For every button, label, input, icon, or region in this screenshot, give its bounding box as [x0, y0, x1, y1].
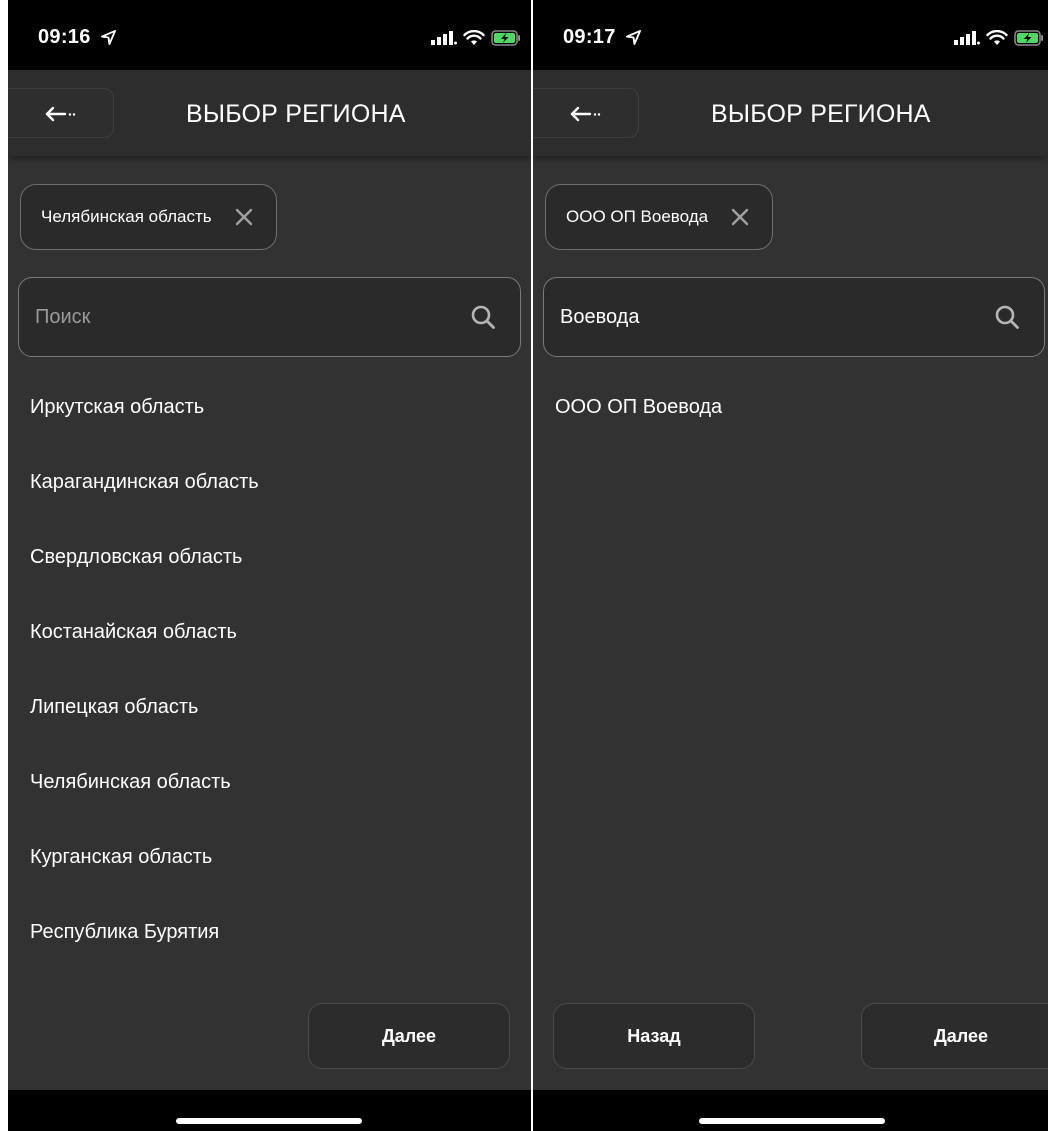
search-input[interactable]	[560, 278, 960, 356]
home-indicator-area	[533, 1090, 1048, 1131]
status-icons	[431, 28, 521, 48]
status-time-text: 09:17	[563, 26, 616, 48]
back-button[interactable]	[8, 88, 114, 138]
list-item[interactable]: Иркутская область	[8, 370, 531, 445]
region-list: ООО ОП Воевода	[533, 370, 1048, 445]
status-icons	[954, 28, 1044, 48]
next-button[interactable]: Далее	[861, 1003, 1048, 1069]
battery-charging-icon	[1014, 30, 1043, 46]
selected-region-chip[interactable]: ООО ОП Воевода	[545, 184, 774, 250]
search-box[interactable]	[543, 277, 1045, 357]
search-box[interactable]	[18, 277, 521, 357]
status-time: 09:16	[38, 26, 116, 49]
close-icon[interactable]	[730, 207, 750, 227]
back-button[interactable]	[533, 88, 639, 138]
wifi-icon	[463, 30, 485, 45]
arrow-left-icon	[570, 106, 601, 122]
home-indicator-area	[8, 1090, 531, 1131]
status-bar: 09:17	[533, 0, 1048, 70]
header: ВЫБОР РЕГИОНА	[533, 70, 1048, 156]
status-time: 09:17	[563, 26, 641, 49]
location-arrow-icon	[100, 30, 116, 45]
phone-screen-left: 09:16 ВЫБОР РЕГИОНА Челябинская область …	[8, 0, 531, 1131]
back-button-bottom[interactable]: Назад	[553, 1003, 755, 1069]
list-item[interactable]: Костанайская область	[8, 595, 531, 670]
next-button[interactable]: Далее	[308, 1003, 510, 1069]
cellular-signal-icon	[954, 31, 980, 45]
selected-region-chip-label: Челябинская область	[41, 207, 212, 226]
region-list: Иркутская область Карагандинская область…	[8, 370, 531, 970]
close-icon[interactable]	[234, 207, 254, 227]
list-item[interactable]: Свердловская область	[8, 520, 531, 595]
home-indicator[interactable]	[176, 1118, 362, 1124]
header: ВЫБОР РЕГИОНА	[8, 70, 531, 156]
list-item[interactable]: Карагандинская область	[8, 445, 531, 520]
cellular-signal-icon	[431, 31, 457, 45]
arrow-left-icon	[45, 106, 76, 122]
list-item[interactable]: Курганская область	[8, 820, 531, 895]
list-item[interactable]: ООО ОП Воевода	[533, 370, 1048, 445]
page-title: ВЫБОР РЕГИОНА	[186, 100, 406, 128]
search-icon[interactable]	[994, 304, 1020, 330]
status-bar: 09:16	[8, 0, 531, 70]
selected-region-chip[interactable]: Челябинская область	[20, 184, 277, 250]
battery-charging-icon	[491, 30, 520, 46]
list-item[interactable]: Липецкая область	[8, 670, 531, 745]
selected-region-chip-label: ООО ОП Воевода	[566, 207, 709, 226]
status-time-text: 09:16	[38, 26, 91, 48]
list-item[interactable]: Челябинская область	[8, 745, 531, 820]
phone-screen-right: 09:17 ВЫБОР РЕГИОНА ООО ОП Воевода Воево…	[533, 0, 1048, 1131]
wifi-icon	[986, 30, 1008, 45]
search-input[interactable]	[35, 278, 435, 356]
list-item[interactable]: Республика Бурятия	[8, 895, 531, 970]
home-indicator[interactable]	[699, 1118, 885, 1124]
location-arrow-icon	[625, 30, 641, 45]
search-icon[interactable]	[470, 304, 496, 330]
page-title: ВЫБОР РЕГИОНА	[711, 100, 931, 128]
